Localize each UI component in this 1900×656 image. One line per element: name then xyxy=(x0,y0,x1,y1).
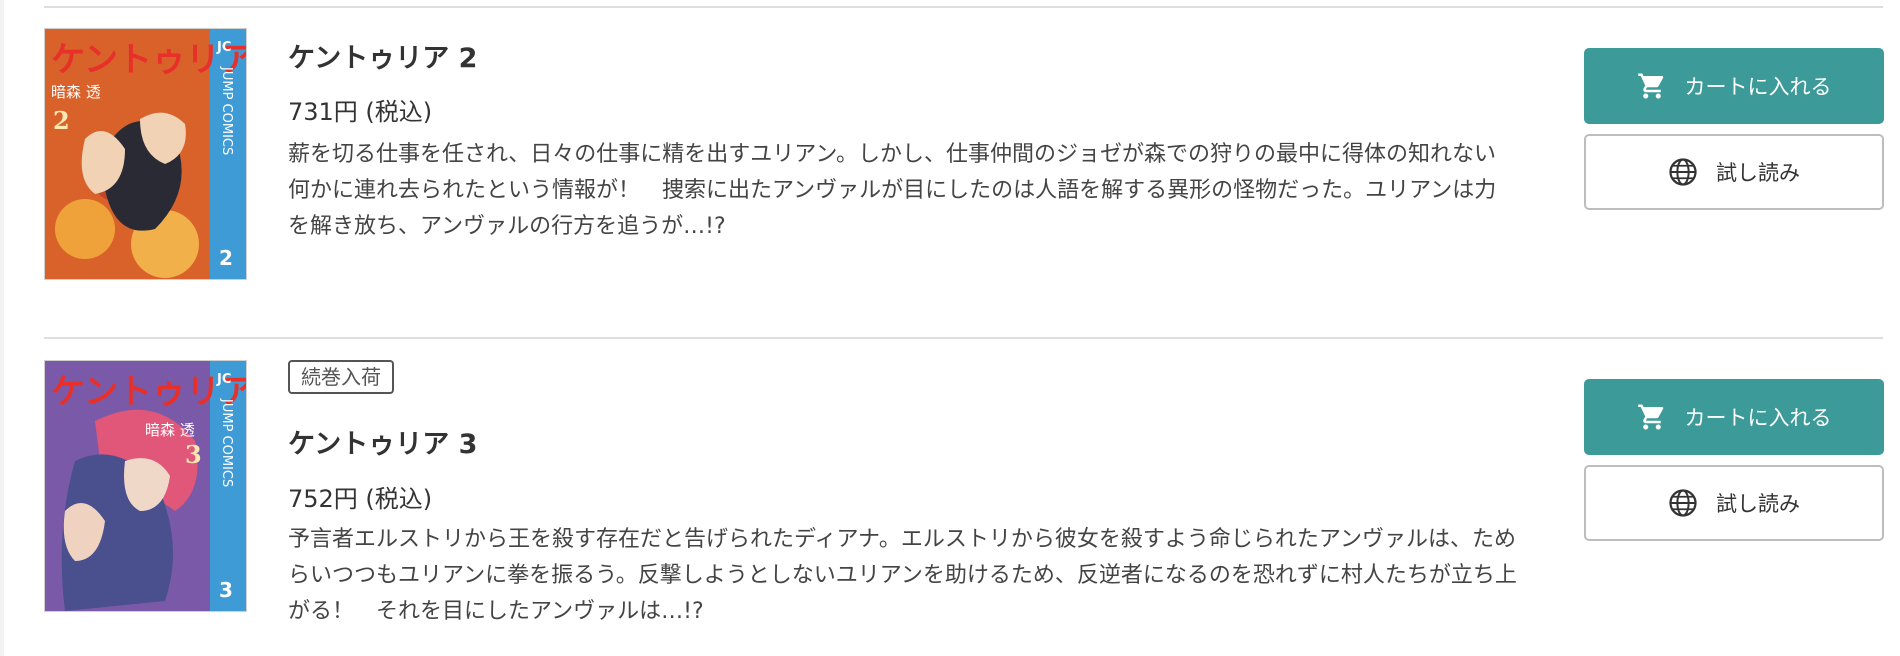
trial-read-label: 試し読み xyxy=(1716,492,1800,516)
add-to-cart-label: カートに入れる xyxy=(1684,406,1832,430)
product-title[interactable]: ケントゥリア 2 xyxy=(288,36,477,75)
cover-series-label: JUMP COMICS xyxy=(219,66,234,155)
add-to-cart-label: カートに入れる xyxy=(1684,75,1832,99)
product-description: 予言者エルストリから王を殺す存在だと告げられたディアナ。エルストリから彼女を殺す… xyxy=(288,527,1517,624)
cover-publisher-mark: JC xyxy=(216,40,231,55)
cover-volume: 2 xyxy=(53,106,70,135)
cart-icon xyxy=(1637,402,1667,432)
trial-read-button[interactable]: 試し読み xyxy=(1584,134,1884,210)
restock-badge: 続巻入荷 xyxy=(288,360,394,394)
top-divider xyxy=(44,6,1883,8)
product-price: 731円 (税込) xyxy=(288,98,433,126)
cover-author: 暗森 透 xyxy=(51,83,101,101)
left-edge-strip xyxy=(0,0,4,656)
cover-spine-volume: 3 xyxy=(219,578,233,602)
item-divider xyxy=(44,337,1883,339)
add-to-cart-button[interactable]: カートに入れる xyxy=(1584,48,1884,124)
cover-publisher-mark: JC xyxy=(216,372,231,387)
add-to-cart-button[interactable]: カートに入れる xyxy=(1584,379,1884,455)
cart-icon xyxy=(1637,71,1667,101)
trial-read-button[interactable]: 試し読み xyxy=(1584,465,1884,541)
cover-volume: 3 xyxy=(185,440,202,469)
cover-author: 暗森 透 xyxy=(145,421,195,439)
book-cover[interactable]: ケントゥリア 暗森 透 2 JC JUMP COMICS 2 xyxy=(44,28,247,280)
cover-art: ケントゥリア 暗森 透 2 JC JUMP COMICS 2 xyxy=(45,29,246,279)
globe-icon xyxy=(1668,488,1698,518)
product-description: 薪を切る仕事を任され、日々の仕事に精を出すユリアン。しかし、仕事仲間のジョゼが森… xyxy=(288,142,1497,239)
cover-series-label: JUMP COMICS xyxy=(219,398,234,487)
product-title[interactable]: ケントゥリア 3 xyxy=(288,422,477,461)
trial-read-label: 試し読み xyxy=(1716,161,1800,185)
cover-art: ケントゥリア 暗森 透 3 JC JUMP COMICS 3 xyxy=(45,361,246,611)
cover-spine-volume: 2 xyxy=(219,246,233,270)
book-cover[interactable]: ケントゥリア 暗森 透 3 JC JUMP COMICS 3 xyxy=(44,360,247,612)
globe-icon xyxy=(1668,157,1698,187)
product-price: 752円 (税込) xyxy=(288,485,433,513)
